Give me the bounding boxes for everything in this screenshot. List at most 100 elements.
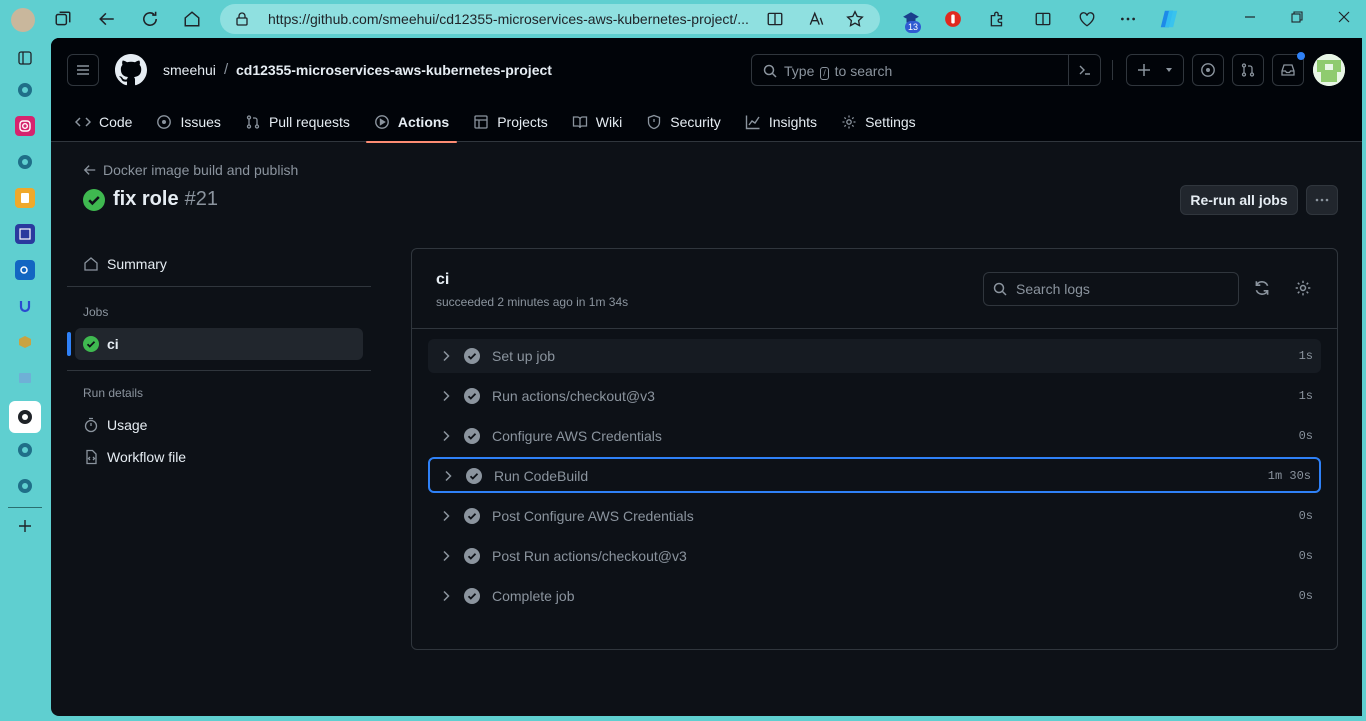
tab-label: Insights (768, 114, 818, 130)
search-logs-field[interactable] (983, 272, 1239, 306)
gear-icon[interactable] (1294, 279, 1312, 302)
tab-code[interactable]: Code (67, 102, 140, 142)
repo-header: smeehui / cd12355-microservices-aws-kube… (51, 38, 1362, 143)
notes-app-icon[interactable] (15, 188, 35, 208)
book-icon (572, 116, 587, 129)
check-circle-icon (83, 188, 105, 211)
github-logo-icon[interactable] (115, 54, 147, 86)
rerun-all-jobs-button[interactable]: Re-run all jobs (1180, 185, 1298, 215)
more-options-button[interactable] (1306, 185, 1338, 215)
tab-security[interactable]: Security (638, 102, 729, 142)
extensions-puzzle-icon[interactable] (986, 8, 1008, 30)
summary-link[interactable]: Summary (75, 248, 363, 280)
favorite-star-icon[interactable] (846, 10, 864, 28)
log-step[interactable]: Configure AWS Credentials 0s (428, 419, 1321, 453)
step-duration: 0s (1298, 509, 1313, 523)
search-logs-input[interactable] (1016, 279, 1226, 299)
close-icon[interactable] (1338, 10, 1350, 26)
sidebar-divider (8, 507, 42, 508)
log-step[interactable]: Post Run actions/checkout@v3 0s (428, 539, 1321, 573)
tab-actions-icon[interactable] (52, 8, 74, 30)
github-favicon-icon[interactable] (15, 152, 35, 172)
check-circle-icon (464, 508, 480, 529)
workflow-back-link[interactable]: Docker image build and publish (83, 162, 298, 178)
workflow-file-link[interactable]: Workflow file (75, 441, 363, 473)
refresh-icon[interactable] (1253, 279, 1271, 302)
pull-request-icon (246, 115, 260, 129)
triangle-down-icon (1166, 68, 1172, 72)
address-bar[interactable]: https://github.com/smeehui/cd12355-micro… (220, 4, 880, 34)
kebab-horizontal-icon (1315, 198, 1329, 202)
command-palette-icon[interactable] (1068, 55, 1100, 85)
create-new-button[interactable] (1126, 54, 1184, 86)
tab-insights[interactable]: Insights (737, 102, 825, 142)
chevron-right-icon (438, 428, 454, 449)
log-step[interactable]: Post Configure AWS Credentials 0s (428, 499, 1321, 533)
log-step[interactable]: Run CodeBuild 1m 30s (428, 457, 1321, 493)
add-icon[interactable] (15, 516, 35, 536)
lock-icon[interactable] (234, 11, 250, 32)
github-favicon-icon[interactable] (15, 440, 35, 460)
browser-sidebar (0, 38, 50, 721)
github-favicon-icon[interactable] (15, 476, 35, 496)
tab-settings[interactable]: Settings (833, 102, 924, 142)
step-label: Post Run actions/checkout@v3 (492, 548, 687, 564)
repo-name-link[interactable]: cd12355-microservices-aws-kubernetes-pro… (236, 62, 552, 78)
tab-pull-requests[interactable]: Pull requests (237, 102, 358, 142)
package-icon[interactable] (15, 332, 35, 352)
more-menu-icon[interactable] (1117, 8, 1139, 30)
job-ci-link[interactable]: ci (75, 328, 363, 360)
pull-requests-button[interactable] (1232, 54, 1264, 86)
step-duration: 1s (1298, 349, 1313, 363)
tab-issues[interactable]: Issues (148, 102, 228, 142)
udemy-icon[interactable] (15, 296, 35, 316)
tools-app-icon[interactable] (15, 224, 35, 244)
identicon-icon (1313, 54, 1345, 86)
user-avatar[interactable] (1313, 54, 1345, 86)
log-step[interactable]: Set up job 1s (428, 339, 1321, 373)
extension-red-icon[interactable] (942, 8, 964, 30)
github-page: smeehui / cd12355-microservices-aws-kube… (51, 38, 1362, 716)
workflow-name[interactable]: Docker image build and publish (103, 162, 298, 178)
tab-actions[interactable]: Actions (365, 102, 458, 143)
github-favicon-icon[interactable] (15, 80, 35, 100)
url-text[interactable]: https://github.com/smeehui/cd12355-micro… (268, 11, 778, 27)
copilot-icon[interactable] (1156, 6, 1182, 32)
split-view-icon[interactable] (766, 10, 784, 28)
profile-avatar[interactable] (11, 8, 35, 32)
app-tile-icon[interactable] (15, 368, 35, 388)
outlook-icon[interactable] (15, 260, 35, 280)
jobs-heading: Jobs (83, 305, 109, 319)
menu-button[interactable] (67, 54, 99, 86)
log-step[interactable]: Run actions/checkout@v3 1s (428, 379, 1321, 413)
home-icon (84, 257, 98, 271)
log-step[interactable]: Complete job 0s (428, 579, 1321, 613)
hamburger-icon (77, 65, 89, 75)
inbox-icon (1281, 64, 1295, 76)
chevron-right-icon (438, 588, 454, 609)
split-screen-icon[interactable] (1032, 8, 1054, 30)
chevron-right-icon (438, 508, 454, 529)
home-icon[interactable] (181, 8, 203, 30)
workspace-icon[interactable] (15, 48, 35, 68)
tab-wiki[interactable]: Wiki (564, 102, 630, 142)
usage-link[interactable]: Usage (75, 409, 363, 441)
reload-icon[interactable] (139, 8, 161, 30)
read-aloud-icon[interactable] (808, 10, 826, 28)
repo-owner-link[interactable]: smeehui (163, 62, 216, 78)
global-search-input[interactable]: Type / to search (751, 54, 1101, 86)
step-label: Run actions/checkout@v3 (492, 388, 655, 404)
github-active-tab-icon[interactable] (9, 401, 41, 433)
minimize-icon[interactable] (1244, 10, 1256, 26)
tab-label: Wiki (595, 114, 623, 130)
nav-divider (67, 370, 371, 371)
git-pull-request-icon (1241, 63, 1255, 77)
step-duration: 0s (1298, 429, 1313, 443)
instagram-icon[interactable] (15, 116, 35, 136)
tab-projects[interactable]: Projects (465, 102, 556, 142)
restore-icon[interactable] (1291, 10, 1303, 26)
step-label: Run CodeBuild (494, 468, 589, 484)
issues-button[interactable] (1192, 54, 1224, 86)
back-arrow-icon[interactable] (96, 8, 118, 30)
browser-essentials-icon[interactable] (1076, 8, 1098, 30)
